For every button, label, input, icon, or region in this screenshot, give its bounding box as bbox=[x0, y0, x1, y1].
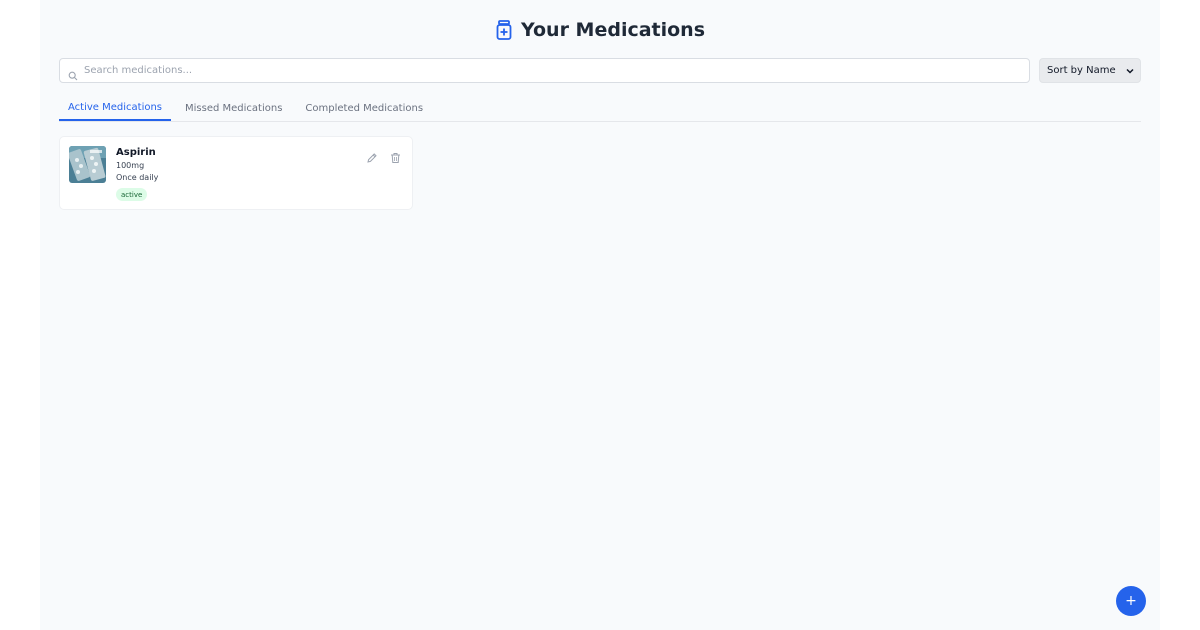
tab-active-medications[interactable]: Active Medications bbox=[59, 96, 172, 121]
page-header: Your Medications bbox=[40, 16, 1160, 44]
medication-dose: 100mg bbox=[116, 161, 145, 170]
status-badge: active bbox=[116, 188, 148, 201]
delete-button[interactable] bbox=[390, 149, 401, 163]
app-container: Your Medications Sort by Name Active Med… bbox=[40, 0, 1160, 630]
sort-select[interactable]: Sort by Name bbox=[1039, 58, 1141, 83]
medication-card[interactable]: Aspirin 100mg Once daily active bbox=[59, 136, 413, 210]
search-icon bbox=[68, 66, 78, 80]
pencil-icon bbox=[367, 153, 377, 163]
tab-completed-medications[interactable]: Completed Medications bbox=[296, 96, 432, 121]
medication-name: Aspirin bbox=[116, 147, 156, 158]
search-bar[interactable] bbox=[59, 58, 1030, 83]
trash-icon bbox=[391, 153, 400, 163]
chevron-down-icon bbox=[1126, 67, 1134, 75]
medication-tabs: Active Medications Missed Medications Co… bbox=[59, 96, 1141, 122]
edit-button[interactable] bbox=[366, 149, 378, 163]
page-title: Your Medications bbox=[520, 19, 706, 41]
tab-missed-medications[interactable]: Missed Medications bbox=[176, 96, 291, 121]
search-input[interactable] bbox=[84, 60, 984, 81]
medication-image bbox=[69, 146, 106, 183]
medicine-bottle-icon bbox=[495, 20, 513, 40]
sort-select-value: Sort by Name bbox=[1047, 65, 1116, 76]
add-medication-button[interactable]: + bbox=[1116, 586, 1146, 616]
medication-frequency: Once daily bbox=[116, 173, 159, 182]
